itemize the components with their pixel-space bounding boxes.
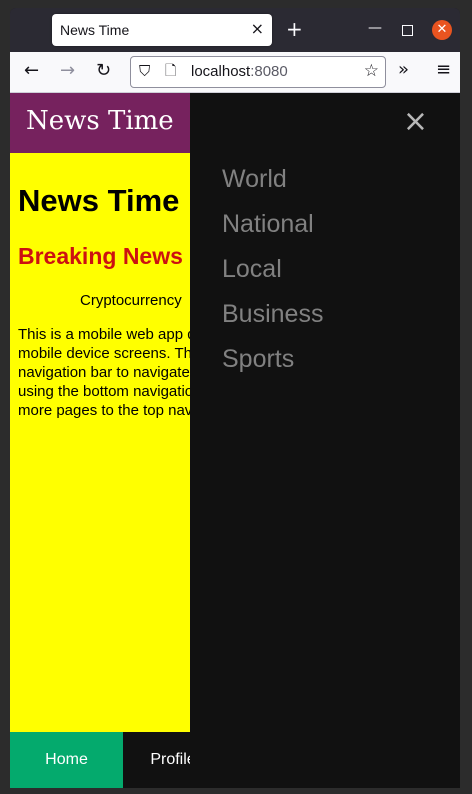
page-content: News Time Breaking News Cryptocurrency T…: [18, 153, 190, 731]
hamburger-menu-icon[interactable]: ≡: [436, 59, 451, 81]
side-menu-item-national[interactable]: National: [222, 202, 323, 247]
back-arrow-icon[interactable]: ←: [24, 60, 39, 82]
browser-toolbar: ← → ↻ ⛉ 🗋 localhost:8080 ☆ » ≡: [10, 52, 460, 93]
page-description: This is a mobile web app designed for mo…: [18, 326, 190, 419]
side-menu-item-sports[interactable]: Sports: [222, 337, 323, 382]
window-close-icon[interactable]: ✕: [432, 20, 452, 40]
address-bar[interactable]: ⛉ 🗋 localhost:8080 ☆: [130, 56, 386, 88]
overflow-chevron-icon[interactable]: »: [398, 59, 409, 81]
minimize-icon[interactable]: —: [368, 20, 382, 36]
url-port: :8080: [250, 63, 288, 80]
bottom-navigation-bar: Home Profile: [10, 732, 190, 788]
site-brand[interactable]: News Time: [26, 106, 174, 136]
browser-window: News Time × + — ✕ ← → ↻ ⛉ 🗋 localhost:80…: [10, 8, 460, 788]
shield-icon[interactable]: ⛉: [139, 62, 150, 80]
reload-icon[interactable]: ↻: [96, 60, 111, 82]
url-text[interactable]: localhost:8080: [191, 63, 288, 80]
page-viewport: News Time News Time Breaking News Crypto…: [10, 93, 460, 788]
new-tab-icon[interactable]: +: [286, 18, 303, 40]
page-info-icon[interactable]: 🗋: [165, 62, 176, 80]
site-header: News Time: [10, 93, 190, 153]
side-overlay-menu: × World National Local Business Sports: [190, 93, 460, 788]
side-menu-item-business[interactable]: Business: [222, 292, 323, 337]
breaking-news-heading: Breaking News: [18, 243, 183, 269]
forward-arrow-icon[interactable]: →: [60, 60, 75, 82]
bottom-nav-profile[interactable]: Profile: [123, 732, 190, 788]
tab-title: News Time: [60, 22, 130, 38]
menu-close-icon[interactable]: ×: [403, 105, 428, 139]
tab-news-time[interactable]: News Time ×: [52, 14, 272, 46]
side-menu-item-world[interactable]: World: [222, 157, 323, 202]
topic-label: Cryptocurrency: [80, 292, 182, 309]
page-heading: News Time: [18, 183, 180, 218]
url-host: localhost: [191, 63, 251, 80]
bookmark-star-icon[interactable]: ☆: [364, 61, 379, 81]
side-menu-item-local[interactable]: Local: [222, 247, 323, 292]
tab-bar: News Time × + — ✕: [10, 8, 460, 52]
tab-close-icon[interactable]: ×: [251, 20, 264, 38]
side-menu-list: World National Local Business Sports: [222, 157, 323, 382]
bottom-nav-home[interactable]: Home: [10, 732, 123, 788]
maximize-icon[interactable]: [402, 25, 413, 36]
